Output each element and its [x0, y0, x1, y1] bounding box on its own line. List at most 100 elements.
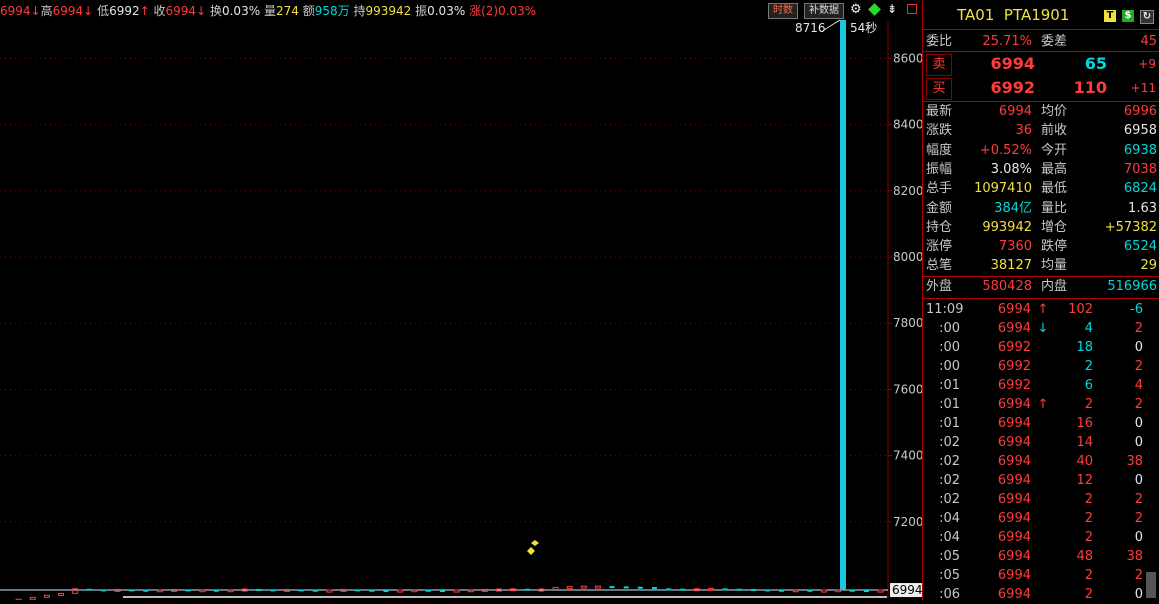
bid-change: +11 — [1130, 81, 1156, 95]
tick-row: :02 6994 14 0 — [923, 433, 1159, 452]
stat-row: 涨跌 36 前收 6958 — [923, 121, 1159, 140]
stat-label: 跌停 — [1041, 239, 1068, 255]
tick-row: :05 6994 2 2 — [923, 566, 1159, 585]
candle — [566, 585, 573, 589]
candle — [863, 590, 869, 593]
tick-price: 6994 — [997, 473, 1031, 488]
refresh-icon[interactable]: ↻ — [1140, 10, 1154, 24]
tick-time: :06 — [939, 587, 960, 602]
tick-time: :01 — [939, 378, 960, 393]
stat-label: 涨跌 — [926, 123, 953, 139]
tick-price: 6994 — [997, 416, 1031, 431]
tick-time: :02 — [939, 473, 960, 488]
tick-oi-change: 2 — [1134, 397, 1143, 412]
tick-row: :01 6994 ↑ 2 2 — [923, 395, 1159, 414]
stat-label: 涨停 — [926, 239, 953, 255]
tick-arrow-icon: ↑ — [1037, 302, 1049, 317]
candle — [552, 586, 559, 590]
weicha-value: 45 — [1140, 34, 1157, 49]
tick-volume: 2 — [1084, 397, 1093, 412]
candle — [440, 590, 445, 593]
tick-time: :04 — [939, 530, 960, 545]
weicha-label: 委差 — [1041, 34, 1068, 49]
candle — [849, 589, 855, 592]
tick-volume: 48 — [1076, 549, 1093, 564]
dollar-icon[interactable]: $ — [1122, 10, 1134, 22]
tick-price: 6994 — [997, 397, 1031, 412]
stat-row: 总手 1097410 最低 6824 — [923, 179, 1159, 198]
quote-panel: TA01 PTA1901 T $ ↻ 委比 25.71% 委差 45 卖 699… — [922, 0, 1159, 602]
tick-row: :02 6994 2 2 — [923, 490, 1159, 509]
spike-time-label: 54秒 — [850, 21, 877, 35]
candle — [736, 588, 742, 591]
ask-label: 卖 — [926, 54, 952, 76]
tick-oi-change: 2 — [1134, 511, 1143, 526]
outer-value: 580428 — [982, 279, 1032, 294]
ask-row[interactable]: 卖 6994 65 +9 — [923, 52, 1159, 76]
candle — [72, 588, 79, 594]
tick-scrollbar[interactable] — [1146, 572, 1156, 598]
tick-oi-change: 2 — [1134, 359, 1143, 374]
stat-label: 前收 — [1041, 123, 1068, 139]
candle — [651, 587, 657, 590]
t-icon[interactable]: T — [1104, 10, 1116, 22]
tick-price: 6994 — [997, 321, 1031, 336]
tick-row: :00 6994 ↓ 4 2 — [923, 319, 1159, 338]
tick-time: :02 — [939, 454, 960, 469]
tick-oi-change: 2 — [1134, 321, 1143, 336]
stat-label: 今开 — [1041, 142, 1068, 158]
candle — [143, 589, 149, 592]
tick-price: 6994 — [997, 549, 1031, 564]
candle — [397, 589, 404, 593]
candle — [199, 589, 206, 593]
tick-arrow-icon: ↓ — [1037, 321, 1049, 336]
stat-value: 29 — [1140, 258, 1157, 274]
bid-row[interactable]: 买 6992 110 +11 — [923, 76, 1159, 100]
candle — [100, 589, 106, 592]
weibi-value: 25.71% — [982, 34, 1032, 49]
tick-row: :02 6994 40 38 — [923, 452, 1159, 471]
candle — [637, 586, 643, 589]
price-plot[interactable]: 8600 8400 8200 8000 7800 7600 7400 7200 6994 8716… — [0, 0, 922, 600]
tick-time: :05 — [939, 549, 960, 564]
candle — [355, 589, 361, 592]
stat-value: 7360 — [998, 239, 1032, 255]
candle — [680, 588, 686, 591]
tick-price: 6992 — [997, 340, 1031, 355]
candle — [411, 589, 418, 593]
candle — [425, 589, 431, 592]
candle — [43, 594, 50, 598]
candle — [877, 589, 884, 593]
tick-time: :01 — [939, 416, 960, 431]
candle — [256, 589, 262, 592]
y-tick-label: 8000 — [893, 250, 922, 264]
tick-time: 11:09 — [926, 302, 964, 317]
stat-label: 最低 — [1041, 181, 1068, 197]
candle — [58, 592, 65, 596]
tick-price: 6994 — [997, 492, 1031, 507]
tick-volume: 16 — [1076, 416, 1093, 431]
order-ratio-row: 委比 25.71% 委差 45 — [923, 32, 1159, 51]
inner-value: 516966 — [1107, 279, 1157, 294]
candle — [453, 589, 460, 593]
y-tick-label: 7600 — [893, 382, 922, 396]
tick-row: :00 6992 18 0 — [923, 338, 1159, 357]
stat-value: 6958 — [1123, 123, 1157, 139]
tick-volume: 2 — [1084, 587, 1093, 602]
stat-label: 总笔 — [926, 258, 953, 274]
tick-time: :00 — [939, 359, 960, 374]
tick-price: 6994 — [997, 435, 1031, 450]
stat-label: 幅度 — [926, 142, 953, 158]
stat-label: 最新 — [926, 104, 953, 119]
tick-price: 6994 — [997, 587, 1031, 602]
stat-row: 最新 6994 均价 6996 — [923, 102, 1159, 121]
y-tick-label: 7800 — [893, 316, 922, 330]
tick-oi-change: 0 — [1134, 530, 1143, 545]
tick-oi-change: 38 — [1126, 549, 1143, 564]
tick-row: :02 6994 12 0 — [923, 471, 1159, 490]
divider — [923, 29, 1159, 30]
marker-diamond-icon — [531, 540, 539, 546]
candle — [86, 588, 92, 591]
candle — [707, 587, 714, 591]
price-chart[interactable]: 6994↓高6994↓ 低6992↑ 收6994↓ 换0.03% 量274 额9… — [0, 0, 922, 600]
